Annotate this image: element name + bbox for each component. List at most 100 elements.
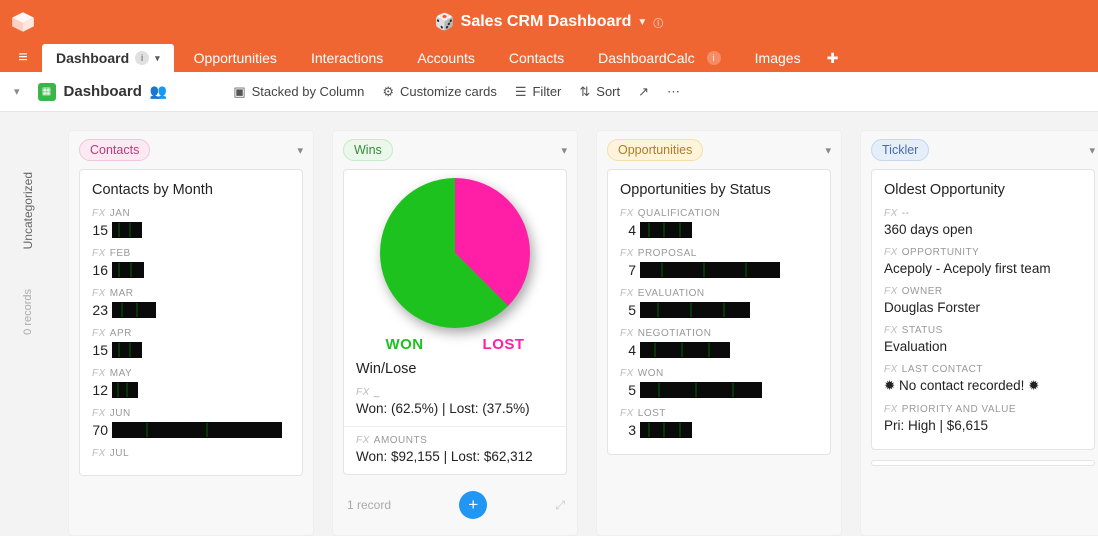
chevron-down-icon[interactable]: ▾ [14, 85, 20, 98]
stat-value: 70 [92, 422, 108, 438]
column-tag[interactable]: Tickler [871, 139, 929, 161]
tab-interactions[interactable]: Interactions [297, 44, 397, 72]
bar-chip [640, 422, 692, 438]
stat-value: 5 [620, 302, 636, 318]
stat-row: 15 [92, 342, 290, 358]
sort-button[interactable]: ⇅Sort [579, 84, 620, 100]
field-label: fx_ [356, 387, 554, 398]
field-label: fxEVALUATION [620, 288, 818, 299]
filter-button[interactable]: ☰Filter [515, 84, 562, 100]
field-value: Pri: High | $6,615 [884, 418, 1082, 433]
card-title: Opportunities by Status [620, 182, 818, 198]
bar-chip [112, 302, 156, 318]
pie-legend: Won Lost [356, 336, 554, 353]
field-label: fxPRIORITY AND VALUE [884, 404, 1082, 415]
side-strip: Uncategorized 0 records [0, 112, 56, 536]
bar-chip [112, 382, 138, 398]
fx-icon: fx [92, 368, 106, 379]
tab-accounts[interactable]: Accounts [403, 44, 489, 72]
stat-row: 70 [92, 422, 290, 438]
add-tab-button[interactable]: ✚ [821, 44, 845, 72]
card-next[interactable] [871, 460, 1095, 466]
column-tag[interactable]: Opportunities [607, 139, 703, 161]
chevron-down-icon: ▼ [637, 17, 647, 28]
fx-icon: fx [620, 248, 634, 259]
card-opps-by-status[interactable]: Opportunities by Status fxQUALIFICATION4… [607, 169, 831, 455]
tab-images[interactable]: Images [741, 44, 815, 72]
fx-icon: fx [620, 328, 634, 339]
more-button[interactable]: ⋯ [667, 84, 680, 100]
fx-icon: fx [884, 286, 898, 297]
logo-icon[interactable] [10, 9, 36, 35]
column-footer: 1 record + ⤢ [333, 485, 577, 525]
fx-icon: fx [92, 288, 106, 299]
share-button[interactable]: ↗ [638, 84, 649, 100]
tab-contacts[interactable]: Contacts [495, 44, 578, 72]
tab-dashboardcalc[interactable]: DashboardCalci [584, 44, 735, 72]
record-count: 1 record [347, 498, 391, 512]
fx-icon: fx [884, 325, 898, 336]
field-label: fxQUALIFICATION [620, 208, 818, 219]
dice-icon: 🎲 [435, 12, 455, 32]
column-contacts: Contacts ▾ Contacts by Month fxJAN15fxFE… [68, 130, 314, 536]
tab-label: Dashboard [56, 50, 129, 66]
bar-chip [112, 262, 144, 278]
view-title[interactable]: ▦ Dashboard 👥 [38, 83, 168, 101]
stat-row: 12 [92, 382, 290, 398]
stat-value: 16 [92, 262, 108, 278]
side-label-records: 0 records [22, 289, 34, 335]
tool-label: Customize cards [400, 84, 497, 99]
column-header: Wins ▾ [333, 131, 577, 169]
add-record-button[interactable]: + [459, 491, 487, 519]
field-label: fxMAY [92, 368, 290, 379]
bar-chip [640, 302, 750, 318]
stat-row: 16 [92, 262, 290, 278]
field-label: fx-- [884, 208, 1082, 219]
fx-icon: fx [620, 288, 634, 299]
card-win-lose[interactable]: Won Lost Win/Lose fx_ Won: (62.5%) | Los… [343, 169, 567, 475]
app-title[interactable]: 🎲 Sales CRM Dashboard ▼ ⓘ [435, 12, 664, 32]
field-label: fxWON [620, 368, 818, 379]
info-icon: i [707, 51, 721, 65]
filter-icon: ☰ [515, 84, 527, 100]
field-label: fxLAST CONTACT [884, 364, 1082, 375]
column-tag[interactable]: Wins [343, 139, 393, 161]
chevron-down-icon[interactable]: ▾ [297, 144, 303, 157]
column-header: Opportunities ▾ [597, 131, 841, 169]
tool-label: Stacked by Column [252, 84, 365, 99]
tab-opportunities[interactable]: Opportunities [180, 44, 291, 72]
chevron-down-icon[interactable]: ▾ [825, 144, 831, 157]
bar-chip [112, 342, 142, 358]
top-bar: 🎲 Sales CRM Dashboard ▼ ⓘ [0, 0, 1098, 44]
app-title-text: Sales CRM Dashboard [461, 13, 632, 31]
tab-bar: ≡ Dashboard i ▾ Opportunities Interactio… [0, 44, 1098, 72]
share-icon: ↗ [638, 84, 649, 100]
field-value: ✹ No contact recorded! ✹ [884, 378, 1082, 394]
field-value: 360 days open [884, 222, 1082, 237]
customize-cards-button[interactable]: ⚙Customize cards [382, 84, 496, 100]
card-contacts-by-month[interactable]: Contacts by Month fxJAN15fxFEB16fxMAR23f… [79, 169, 303, 476]
card-oldest-opportunity[interactable]: Oldest Opportunity fx--360 days openfxOP… [871, 169, 1095, 450]
tab-dashboard[interactable]: Dashboard i ▾ [42, 44, 174, 72]
chevron-down-icon[interactable]: ▾ [561, 144, 567, 157]
stat-value: 15 [92, 342, 108, 358]
view-toolbar: ▾ ▦ Dashboard 👥 ▣Stacked by Column ⚙Cust… [0, 72, 1098, 112]
field-label: fxOPPORTUNITY [884, 247, 1082, 258]
fx-icon: fx [356, 435, 370, 446]
info-icon: i [135, 51, 149, 65]
expand-icon[interactable]: ⤢ [555, 498, 565, 513]
menu-button[interactable]: ≡ [10, 44, 36, 72]
fx-icon: fx [884, 364, 898, 375]
legend-won: Won [385, 336, 423, 353]
side-label-uncategorized[interactable]: Uncategorized [21, 172, 35, 249]
view-title-text: Dashboard [64, 83, 142, 100]
chevron-down-icon[interactable]: ▾ [1089, 144, 1095, 157]
stat-row: 5 [620, 382, 818, 398]
stacked-by-button[interactable]: ▣Stacked by Column [233, 84, 364, 100]
fx-icon: fx [92, 328, 106, 339]
field-value: Acepoly - Acepoly first team [884, 261, 1082, 276]
column-tag[interactable]: Contacts [79, 139, 150, 161]
field-value: Evaluation [884, 339, 1082, 354]
stat-value: 12 [92, 382, 108, 398]
stat-row: 7 [620, 262, 818, 278]
